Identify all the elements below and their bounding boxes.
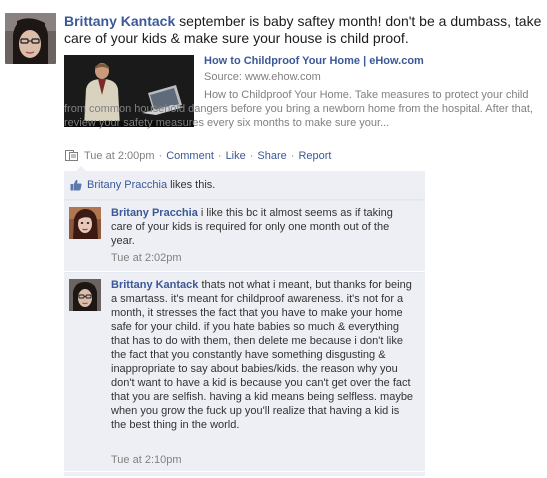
comment-link[interactable]: Comment [166, 150, 214, 162]
comment-timestamp[interactable]: Tue at 2:10pm [111, 454, 182, 466]
avatar-photo [5, 13, 56, 64]
liker-name[interactable]: Britany Pracchia [87, 179, 167, 191]
post-body: Brittany Kantack september is baby safte… [64, 13, 542, 47]
feedback-bottom [64, 472, 425, 476]
comment-body: thats not what i meant, but thanks for b… [111, 279, 414, 431]
separator: · [290, 149, 295, 162]
post-author-name[interactable]: Brittany Kantack [64, 13, 175, 29]
comment-author-name[interactable]: Britany Pracchia [111, 207, 198, 219]
attachment-title[interactable]: How to Childproof Your Home | eHow.com [204, 55, 424, 67]
attachment-description-text: How to Childproof Your Home. Take measur… [64, 89, 533, 129]
comment-text: Britany Pracchia i like this bc it almos… [111, 206, 416, 248]
separator: · [158, 149, 163, 162]
like-link[interactable]: Like [226, 150, 246, 162]
comment-text: Brittany Kantack thats not what i meant,… [111, 278, 416, 432]
post-meta-row: Tue at 2:00pm · Comment · Like · Share ·… [64, 149, 331, 162]
comment-timestamp[interactable]: Tue at 2:02pm [111, 252, 182, 264]
comment-item: Britany Pracchia i like this bc it almos… [64, 200, 425, 272]
comment-author-avatar[interactable] [69, 279, 101, 311]
feedback-panel: Britany Pracchia likes this. Britany Pra… [64, 166, 425, 476]
comment-author-avatar[interactable] [69, 207, 101, 239]
likes-text: likes this. [170, 179, 216, 191]
post-author-avatar[interactable] [5, 13, 56, 64]
attachment-source: Source: www.ehow.com [204, 71, 321, 83]
avatar-photo [69, 279, 101, 311]
avatar-photo [69, 207, 101, 239]
separator: · [217, 149, 222, 162]
attachment-description: How to Childproof Your Home. Take measur… [64, 88, 542, 130]
feedback-caret [76, 166, 86, 171]
likes-row: Britany Pracchia likes this. [64, 171, 425, 200]
post-timestamp[interactable]: Tue at 2:00pm [84, 150, 155, 162]
share-link[interactable]: Share [257, 150, 286, 162]
thumbs-up-icon [70, 179, 82, 191]
separator: · [249, 149, 254, 162]
report-link[interactable]: Report [298, 150, 331, 162]
post-text: Brittany Kantack september is baby safte… [64, 13, 542, 47]
comment-item: Brittany Kantack thats not what i meant,… [64, 272, 425, 472]
shared-link-icon [65, 150, 78, 161]
comment-author-name[interactable]: Brittany Kantack [111, 279, 198, 291]
